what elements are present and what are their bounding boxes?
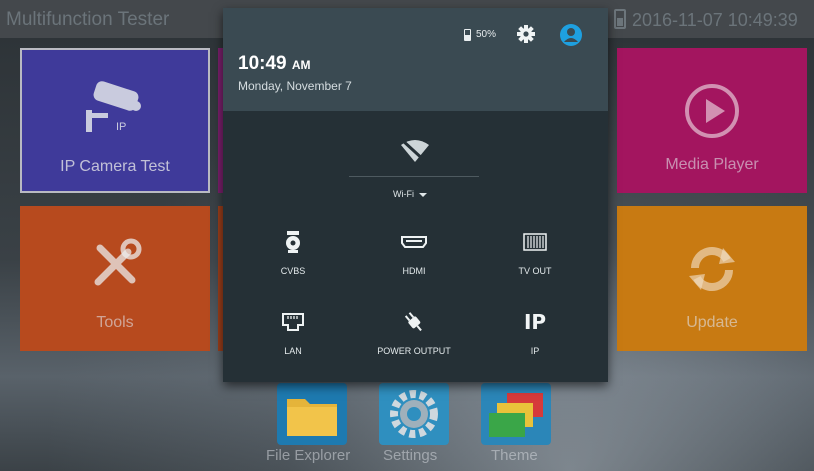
tile-label: IP [530,346,540,356]
wifi-label: Wi-Fi [393,189,414,199]
tile-label: CVBS [280,266,306,276]
gear-icon [390,390,438,438]
tv-out-icon [523,233,547,251]
battery-icon [464,29,471,41]
tile-media-player[interactable]: Media Player [617,48,807,193]
battery-percent: 50% [476,29,497,40]
dock-label: Theme [491,447,538,464]
dock-file-explorer[interactable] [277,383,347,445]
tile-hdmi[interactable]: HDMI [364,230,464,276]
wifi-off-icon[interactable] [398,138,432,164]
theme-icon [489,393,543,437]
power-plug-icon [404,312,422,332]
tile-label: POWER OUTPUT [377,346,451,356]
status-datetime: 2016-11-07 10:49:39 [632,10,798,30]
tools-icon [94,238,142,286]
tile-label: TV OUT [518,266,552,276]
tile-tv-out[interactable]: TV OUT [485,230,585,276]
tile-cvbs[interactable]: CVBS [243,230,343,276]
settings-gear-icon[interactable] [516,24,536,44]
dock-label: File Explorer [266,447,351,464]
tile-label: HDMI [402,266,426,276]
tile-update[interactable]: Update [617,206,807,351]
tile-ip-camera-test[interactable]: IP IP Camera Test [20,48,210,193]
refresh-icon [689,247,735,291]
tile-label: IP Camera Test [60,158,170,175]
play-icon [685,84,739,138]
account-icon[interactable] [559,23,583,47]
battery-icon [614,9,626,29]
dock-theme[interactable] [481,383,551,445]
tile-ip[interactable]: IP IP [485,310,585,356]
shade-date: Monday, November 7 [238,79,352,93]
lan-port-icon [282,313,304,331]
wifi-dropdown[interactable]: Wi-Fi [393,189,427,199]
tile-label: Update [686,314,738,331]
cctv-camera-icon [286,231,300,253]
divider [349,176,479,177]
dock-settings[interactable] [379,383,449,445]
svg-text:IP: IP [116,121,126,133]
home-screen: Multifunction Tester 2016-11-07 10:49:39… [0,0,814,471]
folder-icon [287,399,337,436]
dock-label: Settings [383,447,438,464]
ip-camera-icon: IP [86,81,141,133]
tile-tools[interactable]: Tools [20,206,210,351]
shade-time: 10:49 AM [238,53,311,75]
app-title: Multifunction Tester [6,9,170,30]
caret-down-icon [419,192,427,197]
shade-header: 50% 10:49 AM Monday, November 7 [223,8,608,111]
tile-label: Tools [96,314,134,331]
tile-lan[interactable]: LAN [243,310,343,356]
tile-power-output[interactable]: POWER OUTPUT [364,310,464,356]
time-value: 10:49 [238,53,287,74]
tile-label: LAN [284,346,302,356]
time-am-pm: AM [291,58,311,72]
tile-label: Media Player [665,156,759,173]
hdmi-icon [401,236,427,248]
notification-shade: 50% 10:49 AM Monday, November 7 Wi-Fi CV… [223,8,608,382]
ip-icon: IP [523,310,547,334]
